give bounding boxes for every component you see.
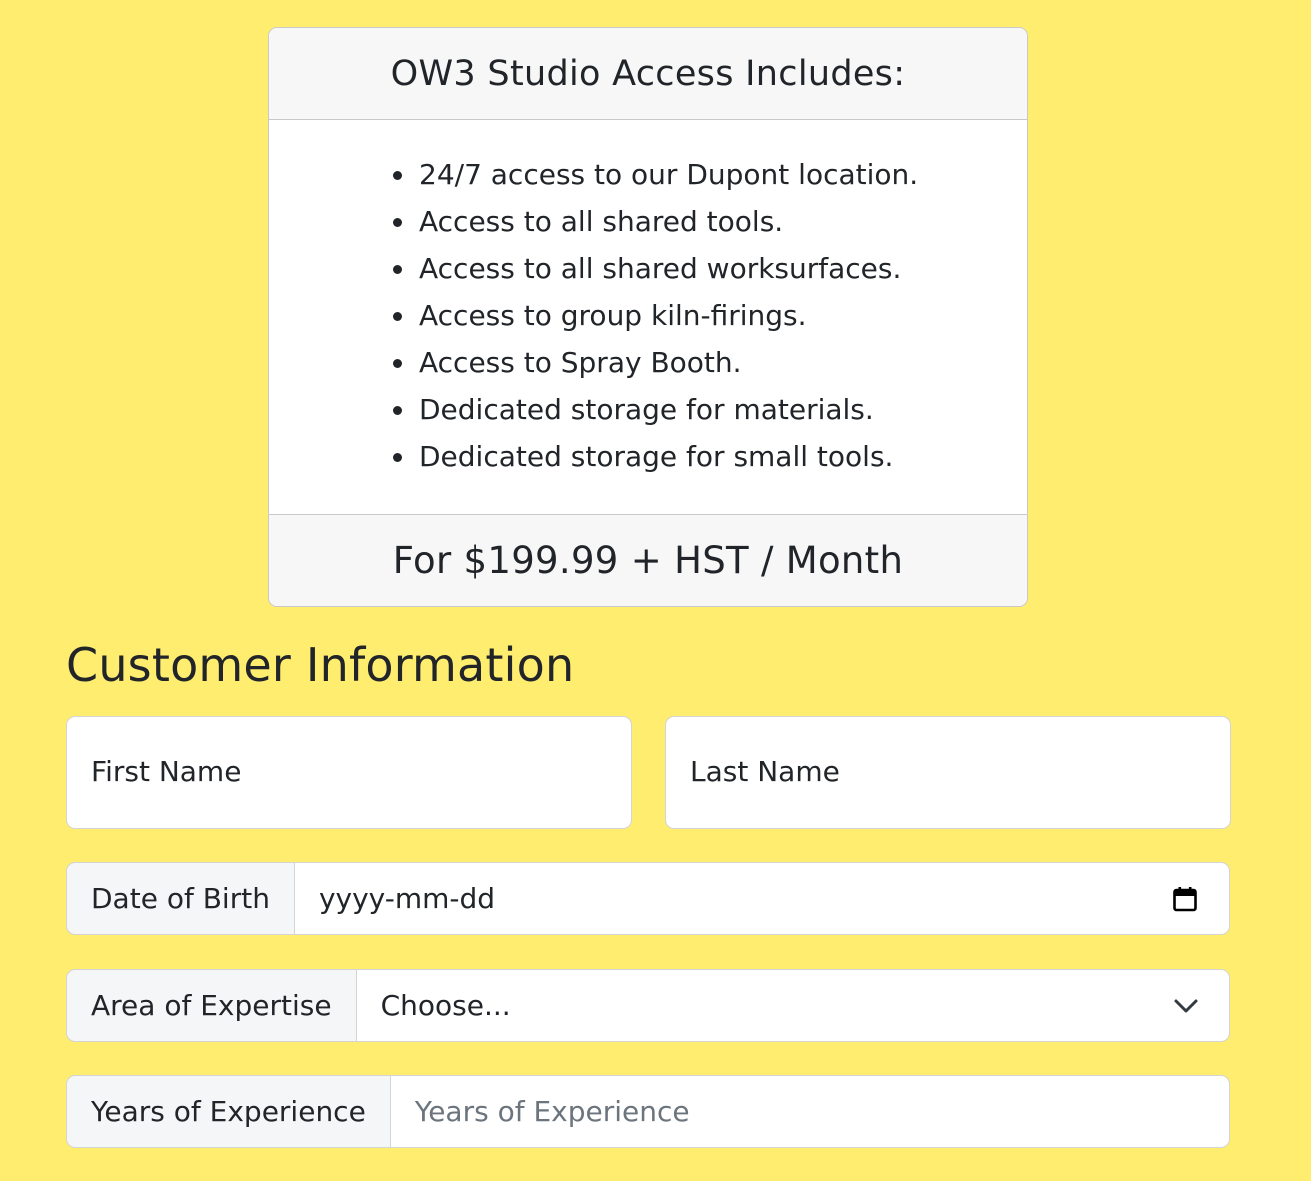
feature-item: Access to Spray Booth. bbox=[393, 339, 1027, 386]
section-title: Customer Information bbox=[66, 638, 575, 692]
last-name-field[interactable]: Last Name bbox=[665, 716, 1231, 829]
dob-input[interactable]: yyyy-mm-dd bbox=[293, 862, 1230, 935]
bullet-icon bbox=[393, 406, 402, 415]
feature-text: Dedicated storage for small tools. bbox=[419, 440, 894, 473]
dob-label: Date of Birth bbox=[66, 862, 294, 935]
chevron-down-icon bbox=[1173, 998, 1199, 1014]
expertise-group: Area of Expertise Choose... bbox=[66, 969, 1230, 1042]
feature-text: 24/7 access to our Dupont location. bbox=[419, 158, 919, 191]
feature-list: 24/7 access to our Dupont location. Acce… bbox=[269, 151, 1027, 480]
first-name-input[interactable] bbox=[67, 717, 631, 828]
expertise-selected: Choose... bbox=[380, 989, 511, 1022]
dob-value: yyyy-mm-dd bbox=[318, 882, 496, 915]
bullet-icon bbox=[393, 359, 402, 368]
expertise-label: Area of Expertise bbox=[66, 969, 356, 1042]
feature-text: Dedicated storage for materials. bbox=[419, 393, 874, 426]
feature-item: Dedicated storage for small tools. bbox=[393, 433, 1027, 480]
experience-group: Years of Experience Years of Experience bbox=[66, 1075, 1230, 1148]
bullet-icon bbox=[393, 171, 402, 180]
membership-card: OW3 Studio Access Includes: 24/7 access … bbox=[268, 27, 1028, 607]
experience-placeholder: Years of Experience bbox=[414, 1095, 690, 1128]
card-header: OW3 Studio Access Includes: bbox=[269, 28, 1027, 120]
first-name-field[interactable]: First Name bbox=[66, 716, 632, 829]
bullet-icon bbox=[393, 453, 402, 462]
feature-item: Access to group kiln-firings. bbox=[393, 292, 1027, 339]
expertise-select[interactable]: Choose... bbox=[355, 969, 1230, 1042]
feature-item: Dedicated storage for materials. bbox=[393, 386, 1027, 433]
price-footer: For $199.99 + HST / Month bbox=[269, 514, 1027, 606]
bullet-icon bbox=[393, 265, 402, 274]
card-body: 24/7 access to our Dupont location. Acce… bbox=[269, 120, 1027, 516]
feature-item: Access to all shared worksurfaces. bbox=[393, 245, 1027, 292]
bullet-icon bbox=[393, 312, 402, 321]
calendar-icon[interactable] bbox=[1171, 885, 1199, 913]
feature-text: Access to all shared worksurfaces. bbox=[419, 252, 902, 285]
bullet-icon bbox=[393, 218, 402, 227]
last-name-input[interactable] bbox=[666, 717, 1230, 828]
experience-label: Years of Experience bbox=[66, 1075, 390, 1148]
dob-group: Date of Birth yyyy-mm-dd bbox=[66, 862, 1230, 935]
feature-item: Access to all shared tools. bbox=[393, 198, 1027, 245]
feature-text: Access to all shared tools. bbox=[419, 205, 784, 238]
feature-item: 24/7 access to our Dupont location. bbox=[393, 151, 1027, 198]
feature-text: Access to Spray Booth. bbox=[419, 346, 742, 379]
experience-input[interactable]: Years of Experience bbox=[389, 1075, 1230, 1148]
feature-text: Access to group kiln-firings. bbox=[419, 299, 807, 332]
